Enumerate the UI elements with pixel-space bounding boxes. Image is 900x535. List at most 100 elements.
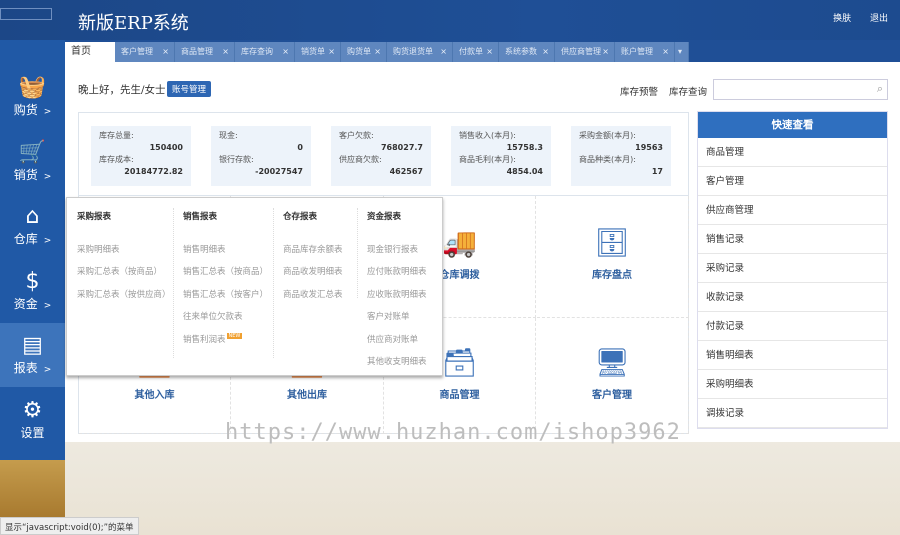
quick-view-item[interactable]: 付款记录 xyxy=(698,312,887,341)
basket-icon: 🧺 xyxy=(18,75,47,100)
report-menu-label: 商品库存余额表 xyxy=(283,244,343,255)
tab-0[interactable]: 首页 xyxy=(65,42,115,62)
close-icon[interactable]: × xyxy=(282,42,289,62)
stat-label: 商品种类(本月): xyxy=(579,155,636,164)
tab-8[interactable]: 系统参数 × xyxy=(499,42,555,62)
close-icon[interactable]: × xyxy=(162,42,169,62)
report-menu-label: 商品收发明细表 xyxy=(283,267,343,277)
tab-3[interactable]: 库存查询 × xyxy=(235,42,295,62)
sidebar-item-label: 设置 xyxy=(20,425,45,440)
tab-10[interactable]: 账户管理 × xyxy=(615,42,675,62)
sidebar-item-4[interactable]: ▤ 报表 > xyxy=(0,323,65,387)
report-menu-item[interactable]: 其他收支明细表 xyxy=(367,355,427,378)
tab-label: 账户管理 xyxy=(621,47,653,56)
close-icon[interactable]: × xyxy=(440,42,447,62)
report-menu-item[interactable]: 商品收发汇总表 xyxy=(283,288,343,311)
report-menu-item[interactable]: 供应商对账单 xyxy=(367,333,427,356)
sidebar-item-0[interactable]: 🧺 购货 > xyxy=(0,65,65,129)
chevron-right-icon: > xyxy=(43,365,52,375)
shortcut-label: 仓库调拨 xyxy=(439,270,480,281)
quick-view-item[interactable]: 采购明细表 xyxy=(698,370,887,399)
chevron-right-icon: > xyxy=(43,300,52,311)
tab-5[interactable]: 购货单 × xyxy=(341,42,387,62)
stat-value: 19563 xyxy=(635,143,663,152)
shortcut-label: 库存盘点 xyxy=(592,270,632,281)
tab-2[interactable]: 商品管理 × xyxy=(175,42,235,62)
report-menu-item[interactable]: 销售汇总表（按商品） xyxy=(183,265,268,288)
stat-value: 462567 xyxy=(389,167,423,176)
column-divider xyxy=(273,208,274,358)
quick-view-item[interactable]: 商品管理 xyxy=(698,138,887,167)
report-menu-label: 销售汇总表（按客户） xyxy=(183,289,269,300)
sidebar: 🧺 购货 > 🛒 销货 > ⌂ 仓库 > $ 资金 > ▤ 报表 > ⚙ 设置 xyxy=(0,40,65,460)
report-menu-item[interactable]: 客户对账单 xyxy=(367,310,427,333)
close-icon[interactable]: × xyxy=(374,42,381,62)
close-icon[interactable]: × xyxy=(328,42,335,62)
shortcut-tile[interactable]: 🖥 客户管理 xyxy=(536,318,689,434)
sidebar-item-label: 销货 xyxy=(13,167,38,182)
report-menu-label: 客户对账单 xyxy=(367,312,410,322)
tab-label: 库存查询 xyxy=(241,47,273,56)
quick-view-item[interactable]: 销售明细表 xyxy=(698,341,887,370)
close-icon[interactable]: × xyxy=(222,42,229,62)
report-menu-item[interactable]: 采购明细表 xyxy=(77,243,171,266)
close-icon[interactable]: × xyxy=(542,42,549,62)
sidebar-item-2[interactable]: ⌂ 仓库 > xyxy=(0,194,65,258)
stat-card: 库存总量: 150400 库存成本: 20184772.82 xyxy=(91,126,191,186)
quick-view-item[interactable]: 采购记录 xyxy=(698,254,887,283)
tab-4[interactable]: 销货单 × xyxy=(295,42,341,62)
report-menu-item[interactable]: 现金银行报表 xyxy=(367,243,427,266)
search-icon[interactable]: ⌕ xyxy=(877,82,883,96)
sidebar-item-3[interactable]: $ 资金 > xyxy=(0,259,65,323)
report-menu-item[interactable]: 应付账款明细表 xyxy=(367,265,427,288)
report-menu-item[interactable]: 应收账款明细表 xyxy=(367,288,427,311)
account-management-button[interactable]: 账号管理 xyxy=(167,81,212,97)
stock-query-link[interactable]: 库存查询 xyxy=(669,87,707,98)
report-menu-item[interactable]: 往来单位欠款表 xyxy=(183,310,268,333)
chevron-right-icon: > xyxy=(43,236,52,246)
sidebar-item-5[interactable]: ⚙ 设置 xyxy=(0,388,65,452)
report-menu-label: 采购明细表 xyxy=(77,244,120,255)
quick-view-item[interactable]: 收款记录 xyxy=(698,283,887,312)
report-menu-item[interactable]: 销售利润表 NEW xyxy=(183,332,268,356)
close-icon[interactable]: × xyxy=(602,42,609,62)
sidebar-item-label: 仓库 xyxy=(13,232,38,246)
tab-more-dropdown[interactable]: ▾ xyxy=(675,42,689,62)
report-menu-item[interactable]: 采购汇总表（按商品） xyxy=(77,265,171,288)
quick-view-item[interactable]: 销售记录 xyxy=(698,225,887,254)
tab-1[interactable]: 客户管理 × xyxy=(115,42,175,62)
sidebar-item-1[interactable]: 🛒 销货 > xyxy=(0,130,65,194)
report-menu-item[interactable]: 商品收发明细表 xyxy=(283,265,343,288)
report-column: 销售报表 销售明细表 销售汇总表（按商品） 销售汇总表（按客户） 往来单位欠款表 销售利润… xyxy=(183,210,268,355)
tab-7[interactable]: 付款单 × xyxy=(453,42,499,62)
quick-view-item[interactable]: 调拨记录 xyxy=(698,399,887,428)
quick-view-item[interactable]: 客户管理 xyxy=(698,167,887,196)
logout-link[interactable]: 退出 xyxy=(870,14,888,24)
report-menu-label: 采购汇总表（按供应商） xyxy=(77,289,171,300)
dollar-icon: $ xyxy=(25,268,40,294)
status-bar: 显示“javascript:void(0);”的菜单 xyxy=(0,517,139,535)
report-menu-label: 销售明细表 xyxy=(183,244,226,255)
stat-label: 库存总量: xyxy=(99,131,134,140)
stat-card: 现金: 0 银行存款: -20027547 xyxy=(211,126,311,186)
stat-label: 库存成本: xyxy=(99,155,134,164)
search-input[interactable]: ⌕ xyxy=(713,79,888,100)
tab-9[interactable]: 供应商管理 × xyxy=(555,42,615,62)
chevron-right-icon: > xyxy=(43,107,52,117)
report-menu-item[interactable]: 销售明细表 xyxy=(183,243,268,266)
new-badge: NEW xyxy=(226,332,243,339)
tab-6[interactable]: 购货退货单 × xyxy=(387,42,453,62)
report-menu-item[interactable]: 采购汇总表（按供应商） xyxy=(77,288,171,311)
close-icon[interactable]: × xyxy=(662,42,669,62)
report-menu-item[interactable]: 销售汇总表（按客户） xyxy=(183,288,268,311)
report-menu-label: 应收账款明细表 xyxy=(367,289,427,300)
greeting: 晚上好，先生/女士 xyxy=(78,84,166,96)
tab-label: 销货单 xyxy=(301,47,325,56)
skin-link[interactable]: 换肤 xyxy=(833,14,851,24)
shortcut-tile[interactable]: 🗄 库存盘点 xyxy=(536,196,689,318)
stock-alert-link[interactable]: 库存预警 xyxy=(620,87,658,98)
report-menu-item[interactable]: 商品库存余额表 xyxy=(283,243,343,266)
warehouse-icon: ⌂ xyxy=(25,204,40,229)
quick-view-item[interactable]: 供应商管理 xyxy=(698,196,887,225)
close-icon[interactable]: × xyxy=(486,42,493,62)
